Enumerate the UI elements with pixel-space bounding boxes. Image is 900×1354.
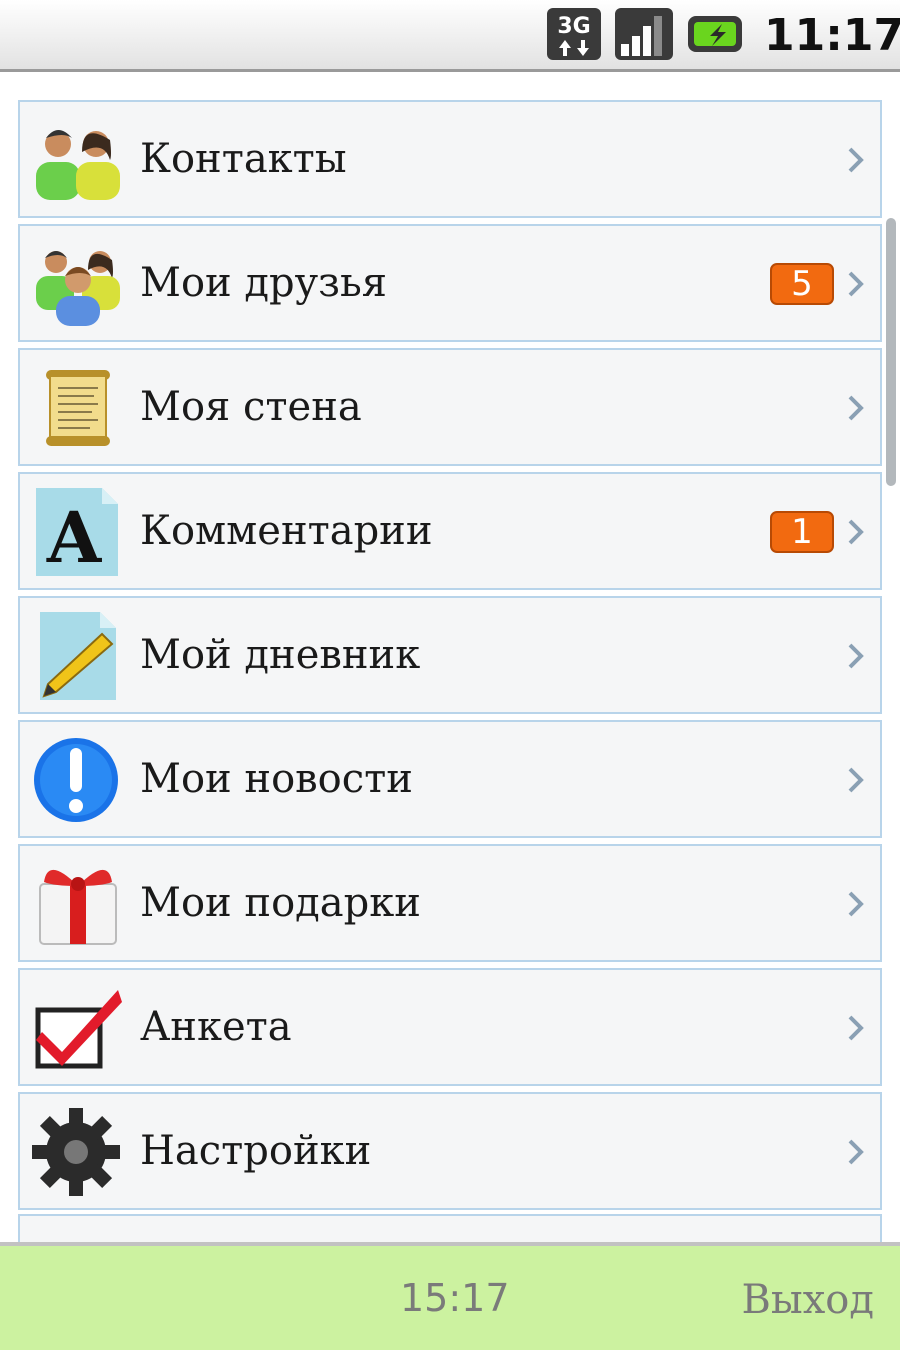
menu-item-comments[interactable]: A Комментарии 1 [18,472,882,590]
menu-item-label: Мои подарки [140,880,421,926]
exit-button[interactable]: Выход [742,1246,875,1350]
chevron-right-icon [848,147,864,173]
menu-item-label: Комментарии [140,508,433,554]
notification-badge: 1 [770,511,834,553]
comments-letter-icon: A [36,488,118,576]
svg-text:3G: 3G [557,14,590,39]
settings-gear-icon [32,1108,120,1196]
menu-item-label: Настройки [140,1128,372,1174]
menu-item-news[interactable]: Мои новости [18,720,882,838]
signal-strength-icon [615,8,673,60]
chevron-right-icon [848,767,864,793]
menu-list[interactable]: Контакты Мои друзья 5 Моя стена A Коммен… [0,72,900,1242]
menu-item-gifts[interactable]: Мои подарки [18,844,882,962]
menu-item-label: Моя стена [140,384,362,430]
menu-item-profile[interactable]: Анкета [18,968,882,1086]
chevron-right-icon [848,891,864,917]
menu-item-label: Анкета [140,1004,292,1050]
status-time: 11:17 [764,10,900,61]
contacts-icon [36,130,120,200]
3g-data-icon: 3G [547,8,601,60]
bottom-bar: 15:17 Выход [0,1242,900,1350]
menu-item-label: Мои новости [140,756,413,802]
diary-pencil-icon [40,612,116,700]
menu-item-partial[interactable] [18,1214,882,1242]
chevron-right-icon [848,1015,864,1041]
menu-item-friends[interactable]: Мои друзья 5 [18,224,882,342]
chevron-right-icon [848,519,864,545]
chevron-right-icon [848,271,864,297]
svg-text:A: A [46,496,103,576]
profile-checkbox-icon [35,990,122,1069]
chevron-right-icon [848,1139,864,1165]
news-exclamation-icon [34,738,118,822]
menu-item-contacts[interactable]: Контакты [18,100,882,218]
bottom-time: 15:17 [400,1276,510,1320]
battery-charging-icon [688,16,742,52]
menu-item-label: Мои друзья [140,260,388,306]
menu-item-diary[interactable]: Мой дневник [18,596,882,714]
scrollbar[interactable] [886,218,896,486]
menu-item-label: Мой дневник [140,632,421,678]
menu-item-wall[interactable]: Моя стена [18,348,882,466]
notification-badge: 5 [770,263,834,305]
scroll-wall-icon [46,370,110,446]
menu-item-settings[interactable]: Настройки [18,1092,882,1210]
gift-icon [39,869,117,945]
friends-icon [36,251,120,326]
status-bar: 3G 11:17 [0,0,900,72]
chevron-right-icon [848,643,864,669]
menu-item-label: Контакты [140,136,347,182]
chevron-right-icon [848,395,864,421]
